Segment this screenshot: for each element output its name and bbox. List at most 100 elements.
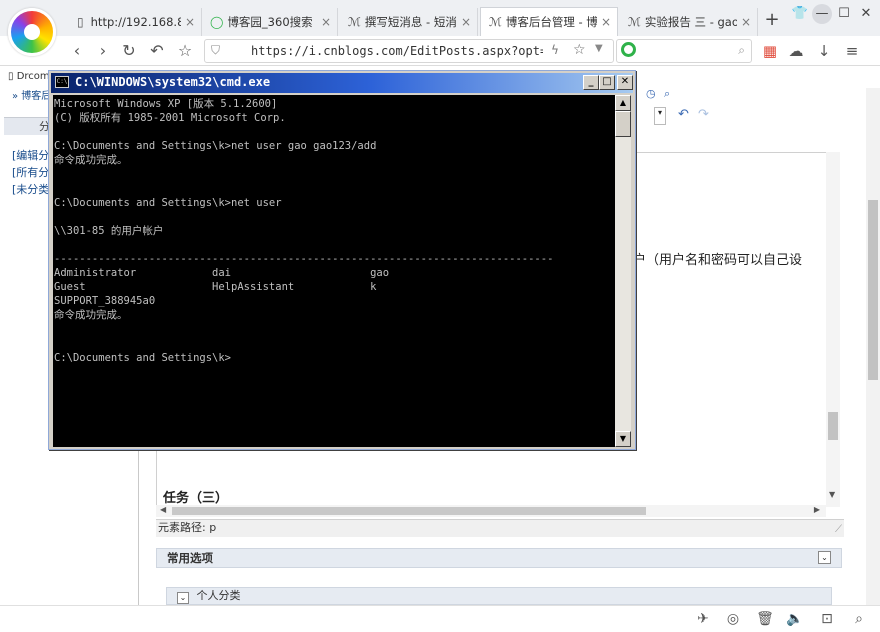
close-icon[interactable]: × [461, 15, 471, 29]
close-icon[interactable]: × [185, 15, 195, 29]
cmd-maximize-button[interactable]: □ [599, 75, 615, 90]
cmd-vertical-scrollbar[interactable]: ▲ ▼ [615, 95, 631, 447]
cmd-output: Microsoft Windows XP [版本 5.1.2600] (C) 版权… [53, 95, 615, 365]
tab-360-search[interactable]: ◯ 博客园_360搜索 × [202, 8, 338, 36]
tab-title: 博客后台管理 - 博 [505, 15, 597, 29]
tab-lab-report[interactable]: ℳ 实验报告 三 - gao × [620, 8, 758, 36]
scroll-thumb[interactable] [172, 507, 646, 515]
scroll-right-arrow[interactable]: ▶ [814, 505, 820, 514]
pin-icon[interactable]: ✈ [694, 611, 712, 627]
scroll-down-arrow[interactable]: ▼ [615, 431, 631, 447]
search-icon[interactable]: ⌕ [738, 43, 745, 58]
element-path-bar: 元素路径: p ⟋ [156, 519, 844, 537]
cloud-icon[interactable]: ☁ [786, 41, 806, 61]
resize-grip-icon[interactable]: ⟋ [835, 522, 842, 538]
undo-close-icon[interactable]: ↶ [146, 40, 168, 62]
apps-icon[interactable]: ▦ [760, 41, 780, 61]
font-size-select[interactable]: ▾ [654, 107, 666, 125]
cmd-title-bar[interactable]: C:\ C:\WINDOWS\system32\cmd.exe _ □ ✕ [51, 73, 633, 93]
collapse-toggle-icon[interactable]: ⌄ [818, 551, 831, 564]
address-bar[interactable]: ⛉ https://i.cnblogs.com/EditPosts.aspx?o… [204, 39, 614, 63]
cmd-close-button[interactable]: ✕ [617, 75, 633, 90]
editor-vertical-scrollbar[interactable]: ▼ [826, 152, 840, 507]
breadcrumb[interactable]: » 博客后 [12, 87, 51, 102]
common-options-header[interactable]: 常用选项 ⌄ [156, 548, 842, 568]
console-line: 命令成功完成。 [54, 154, 128, 167]
close-icon[interactable]: × [601, 15, 611, 29]
close-icon[interactable]: × [741, 15, 751, 29]
menu-icon[interactable]: ≡ [842, 41, 862, 61]
tab-title: 实验报告 三 - gao [644, 15, 737, 29]
common-options-label: 常用选项 [167, 551, 213, 565]
console-line: ----------------------------------------… [54, 253, 554, 266]
cmd-window[interactable]: C:\ C:\WINDOWS\system32\cmd.exe _ □ ✕ Mi… [48, 70, 636, 450]
tab-blog-admin[interactable]: ℳ 博客后台管理 - 博 × [480, 7, 618, 36]
maximize-button[interactable]: ☐ [834, 4, 854, 24]
cnblogs-icon: ℳ [348, 15, 361, 29]
search-input[interactable]: ⌕ [616, 39, 752, 63]
clock-icon[interactable]: ◷ [646, 87, 656, 100]
close-icon[interactable]: × [321, 15, 331, 29]
page-vertical-scrollbar[interactable] [866, 88, 880, 605]
editor-horizontal-scrollbar[interactable]: ◀ ▶ [156, 505, 826, 517]
tab-ip-address[interactable]: ▯ http://192.168.8 × [66, 8, 202, 36]
tab-title: 撰写短消息 - 短消 [364, 15, 457, 29]
scroll-thumb[interactable] [868, 200, 878, 380]
navigation-bar: ‹ › ↻ ↶ ☆ ⛉ https://i.cnblogs.com/EditPo… [0, 36, 880, 66]
scroll-thumb[interactable] [615, 111, 631, 137]
trash-icon[interactable]: 🗑 [756, 611, 774, 627]
bookmark-item[interactable]: ▯ Drcom [8, 71, 50, 82]
back-icon[interactable]: ‹ [66, 40, 88, 62]
cnblogs-icon: ℳ [489, 15, 502, 29]
scroll-down-arrow[interactable]: ▼ [829, 490, 835, 499]
new-tab-button[interactable]: + [762, 10, 782, 30]
cmd-console[interactable]: Microsoft Windows XP [版本 5.1.2600] (C) 版权… [53, 95, 615, 447]
sound-icon[interactable]: 🔈 [786, 611, 804, 627]
preview-icon[interactable]: ⌕ [664, 87, 670, 101]
personal-category-label: 个人分类 [196, 589, 241, 602]
zoom-icon[interactable]: ⊡ [818, 611, 836, 627]
forward-icon[interactable]: › [92, 40, 114, 62]
console-line: \\301-85 的用户帐户 [54, 224, 164, 237]
personal-category-header[interactable]: ⌄ 个人分类 [166, 587, 832, 605]
undo-icon[interactable]: ↶ [678, 107, 689, 122]
reload-icon[interactable]: ↻ [118, 40, 140, 62]
cmd-title: C:\WINDOWS\system32\cmd.exe [75, 75, 271, 89]
accelerate-icon[interactable]: ◎ [724, 611, 742, 627]
minimize-button[interactable]: — [812, 4, 832, 24]
tab-title: http://192.168.8 [90, 15, 181, 29]
search-engine-icon [621, 42, 636, 57]
browser-logo[interactable] [8, 8, 56, 56]
url-text[interactable]: https://i.cnblogs.com/EditPosts.aspx?opt… [251, 44, 543, 58]
bookmark-star-icon[interactable]: ☆ [573, 42, 586, 58]
console-line: (C) 版权所有 1985-2001 Microsoft Corp. [54, 112, 286, 125]
favorite-star-icon[interactable]: ☆ [174, 40, 196, 62]
page-icon: ▯ [77, 15, 84, 29]
chevron-down-icon[interactable]: ▼ [595, 43, 603, 54]
search-icon[interactable]: ⌕ [850, 611, 868, 627]
skin-icon[interactable]: 👕 [790, 4, 810, 24]
scroll-thumb[interactable] [828, 412, 838, 440]
page-icon: ▯ [8, 71, 14, 82]
redo-icon[interactable]: ↷ [698, 107, 709, 122]
search-engine-icon: ◯ [210, 15, 224, 29]
scroll-left-arrow[interactable]: ◀ [160, 505, 166, 514]
scroll-up-arrow[interactable]: ▲ [615, 95, 631, 111]
cmd-icon: C:\ [55, 76, 69, 88]
cmd-minimize-button[interactable]: _ [583, 75, 599, 90]
close-window-button[interactable]: ✕ [856, 4, 876, 24]
console-line: Microsoft Windows XP [版本 5.1.2600] [54, 98, 278, 110]
tab-write-message[interactable]: ℳ 撰写短消息 - 短消 × [340, 8, 478, 36]
lightning-icon[interactable]: ϟ [551, 43, 559, 57]
collapse-toggle-icon[interactable]: ⌄ [177, 592, 189, 604]
tab-title: 博客园_360搜索 [227, 15, 313, 29]
download-icon[interactable]: ↓ [814, 41, 834, 61]
console-line: C:\Documents and Settings\k>net user [54, 196, 282, 209]
